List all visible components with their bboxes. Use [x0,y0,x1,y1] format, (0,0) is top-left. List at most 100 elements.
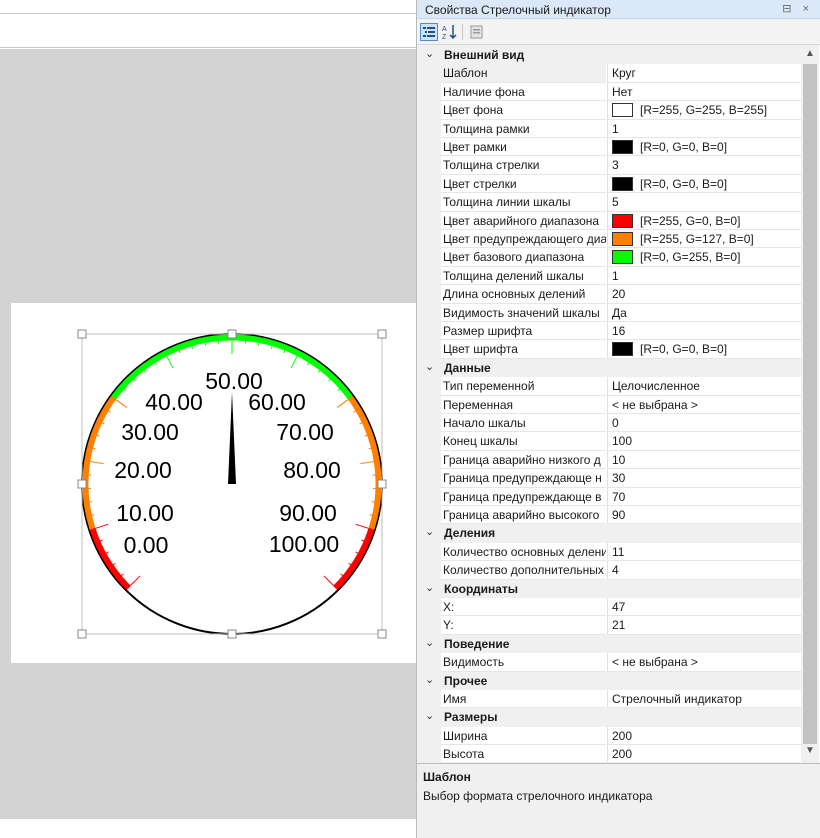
alphabetical-sort-icon[interactable]: A Z [441,23,459,41]
property-row[interactable]: Начало шкалы 0 [417,414,801,433]
canvas-area[interactable]: 0.00 10.00 20.00 30.00 40.00 50.00 60.00 70.00 8… [0,49,416,819]
color-swatch[interactable] [612,250,633,265]
property-value[interactable]: 1 [607,266,801,286]
property-row[interactable]: Толщина линии шкалы 5 [417,193,801,212]
color-swatch[interactable] [612,213,633,228]
scroll-thumb[interactable] [803,64,817,744]
dial-gauge[interactable]: 0.0010.0020.0030.0040.0050.0060.0070.008… [11,303,416,663]
property-row[interactable]: Имя Стрелочный индикатор [417,690,801,709]
property-row[interactable]: Количество основных делени 11 [417,542,801,562]
property-value[interactable]: 200 [607,726,801,746]
chevron-down-icon[interactable]: ⌄ [425,636,434,649]
property-row[interactable]: Ширина 200 [417,726,801,746]
property-value[interactable]: 47 [607,598,801,617]
chevron-down-icon[interactable]: ⌄ [425,581,434,594]
property-value[interactable]: < не выбрана > [607,653,801,672]
category-row[interactable]: ⌄ Координаты [417,579,801,598]
property-row[interactable]: Цвет шрифта [R=0, G=0, B=0] [417,340,801,359]
property-value[interactable]: 3 [607,156,801,175]
property-row[interactable]: Цвет предупреждающего диа [R=255, G=127, … [417,230,801,249]
chevron-down-icon[interactable]: ⌄ [425,47,434,60]
property-value[interactable]: 21 [607,616,801,635]
category-row[interactable]: ⌄ Деления [417,524,801,543]
property-row[interactable]: Высота 200 [417,745,801,762]
property-row[interactable]: Граница предупреждающе в 70 [417,487,801,506]
scroll-up-icon[interactable]: ▲ [805,48,815,59]
color-swatch[interactable] [612,342,633,357]
property-value[interactable]: Круг [607,64,801,83]
categorized-icon[interactable] [420,23,438,41]
form-surface[interactable]: 0.00 10.00 20.00 30.00 40.00 50.00 60.00 70.00 8… [11,303,416,663]
chevron-down-icon[interactable]: ⌄ [425,525,434,538]
property-value[interactable]: Стрелочный индикатор [607,690,801,709]
property-value[interactable]: 5 [607,193,801,212]
property-row[interactable]: Шаблон Круг [417,64,801,83]
property-value[interactable]: 70 [607,487,801,506]
property-row[interactable]: Тип переменной Целочисленное [417,377,801,396]
color-swatch[interactable] [612,176,633,191]
property-row[interactable]: Толщина рамки 1 [417,119,801,138]
property-value[interactable]: [R=255, G=0, B=0] [607,211,801,230]
property-row[interactable]: Граница аварийно низкого д 10 [417,450,801,470]
property-row[interactable]: Граница аварийно высокого 90 [417,506,801,525]
property-value[interactable]: [R=0, G=0, B=0] [607,340,801,359]
property-row[interactable]: Наличие фона Нет [417,82,801,102]
property-value[interactable]: 30 [607,469,801,488]
property-row[interactable]: Цвет базового диапазона [R=0, G=255, B=0] [417,248,801,267]
resize-handle[interactable] [77,479,87,489]
property-value[interactable]: [R=0, G=255, B=0] [607,248,801,267]
panel-window-buttons[interactable]: ⊟ × [782,2,813,15]
resize-handle[interactable] [377,329,387,339]
scroll-down-icon[interactable]: ▼ [805,745,815,756]
property-row[interactable]: Толщина делений шкалы 1 [417,266,801,286]
property-value[interactable]: 11 [607,542,801,562]
color-swatch[interactable] [612,232,633,246]
property-value[interactable]: Нет [607,82,801,102]
resize-handle[interactable] [377,479,387,489]
property-row[interactable]: Цвет стрелки [R=0, G=0, B=0] [417,174,801,194]
category-row[interactable]: ⌄ Прочее [417,671,801,690]
property-row[interactable]: Размер шрифта 16 [417,322,801,341]
property-row[interactable]: Переменная < не выбрана > [417,395,801,414]
property-row[interactable]: Конец шкалы 100 [417,432,801,451]
property-row[interactable]: Цвет аварийного диапазона [R=255, G=0, B=… [417,211,801,230]
property-value[interactable]: 90 [607,506,801,525]
property-row[interactable]: Длина основных делений 20 [417,285,801,304]
category-row[interactable]: ⌄ Данные [417,358,801,378]
resize-handle[interactable] [77,629,87,639]
property-value[interactable]: 20 [607,285,801,304]
property-row[interactable]: Толщина стрелки 3 [417,156,801,175]
vertical-scrollbar[interactable]: ▲ ▼ [801,46,819,762]
property-value[interactable]: [R=255, G=127, B=0] [607,230,801,249]
chevron-down-icon[interactable]: ⌄ [425,360,434,373]
property-value[interactable]: [R=0, G=0, B=0] [607,138,801,157]
resize-handle[interactable] [77,329,87,339]
property-value[interactable]: 0 [607,414,801,433]
resize-handle[interactable] [227,329,237,339]
category-row[interactable]: ⌄ Поведение [417,634,801,654]
property-row[interactable]: Видимость < не выбрана > [417,653,801,672]
property-value[interactable]: 200 [607,745,801,762]
property-value[interactable]: Да [607,303,801,322]
property-row[interactable]: Видимость значений шкалы Да [417,303,801,322]
property-value[interactable]: 16 [607,322,801,341]
category-row[interactable]: ⌄ Внешний вид [417,46,801,65]
property-value[interactable]: Целочисленное [607,377,801,396]
property-value[interactable]: < не выбрана > [607,395,801,414]
property-value[interactable]: 1 [607,119,801,138]
property-pages-icon[interactable] [468,23,486,41]
property-row[interactable]: Y: 21 [417,616,801,635]
property-value[interactable]: 10 [607,450,801,470]
color-swatch[interactable] [612,140,633,154]
property-value[interactable]: [R=255, G=255, B=255] [607,101,801,120]
property-row[interactable]: Цвет рамки [R=0, G=0, B=0] [417,138,801,157]
chevron-down-icon[interactable]: ⌄ [425,709,434,722]
resize-handle[interactable] [377,629,387,639]
property-row[interactable]: Цвет фона [R=255, G=255, B=255] [417,101,801,120]
color-swatch[interactable] [612,103,633,118]
property-grid[interactable]: ⌄ Внешний вид Шаблон Круг Наличие фона Нет Цве… [417,46,820,762]
property-row[interactable]: Количество дополнительных 4 [417,561,801,580]
property-row[interactable]: Граница предупреждающе н 30 [417,469,801,488]
property-value[interactable]: 4 [607,561,801,580]
chevron-down-icon[interactable]: ⌄ [425,673,434,686]
